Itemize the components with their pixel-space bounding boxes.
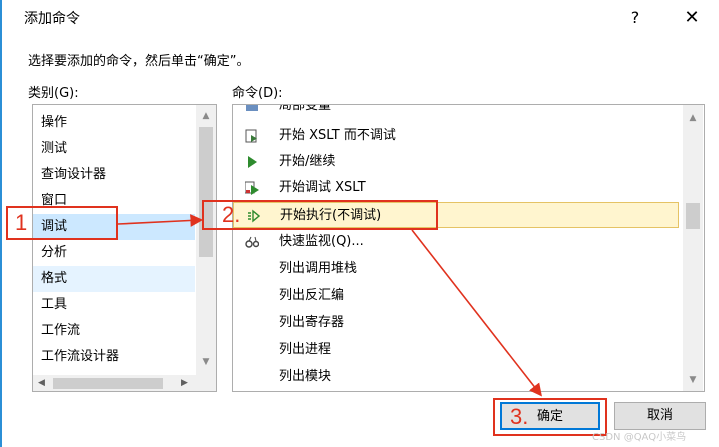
watermark: CSDN @QAQ小菜鸟 — [592, 432, 687, 443]
annotation-arrows — [117, 214, 542, 397]
add-command-dialog: 添加命令 ? ✕ 选择要添加的命令，然后单击“确定”。 类别(G): 命令(D)… — [0, 0, 719, 447]
arrow-step2-to-step3 — [411, 229, 542, 397]
arrow-step1-to-step2 — [117, 214, 204, 227]
